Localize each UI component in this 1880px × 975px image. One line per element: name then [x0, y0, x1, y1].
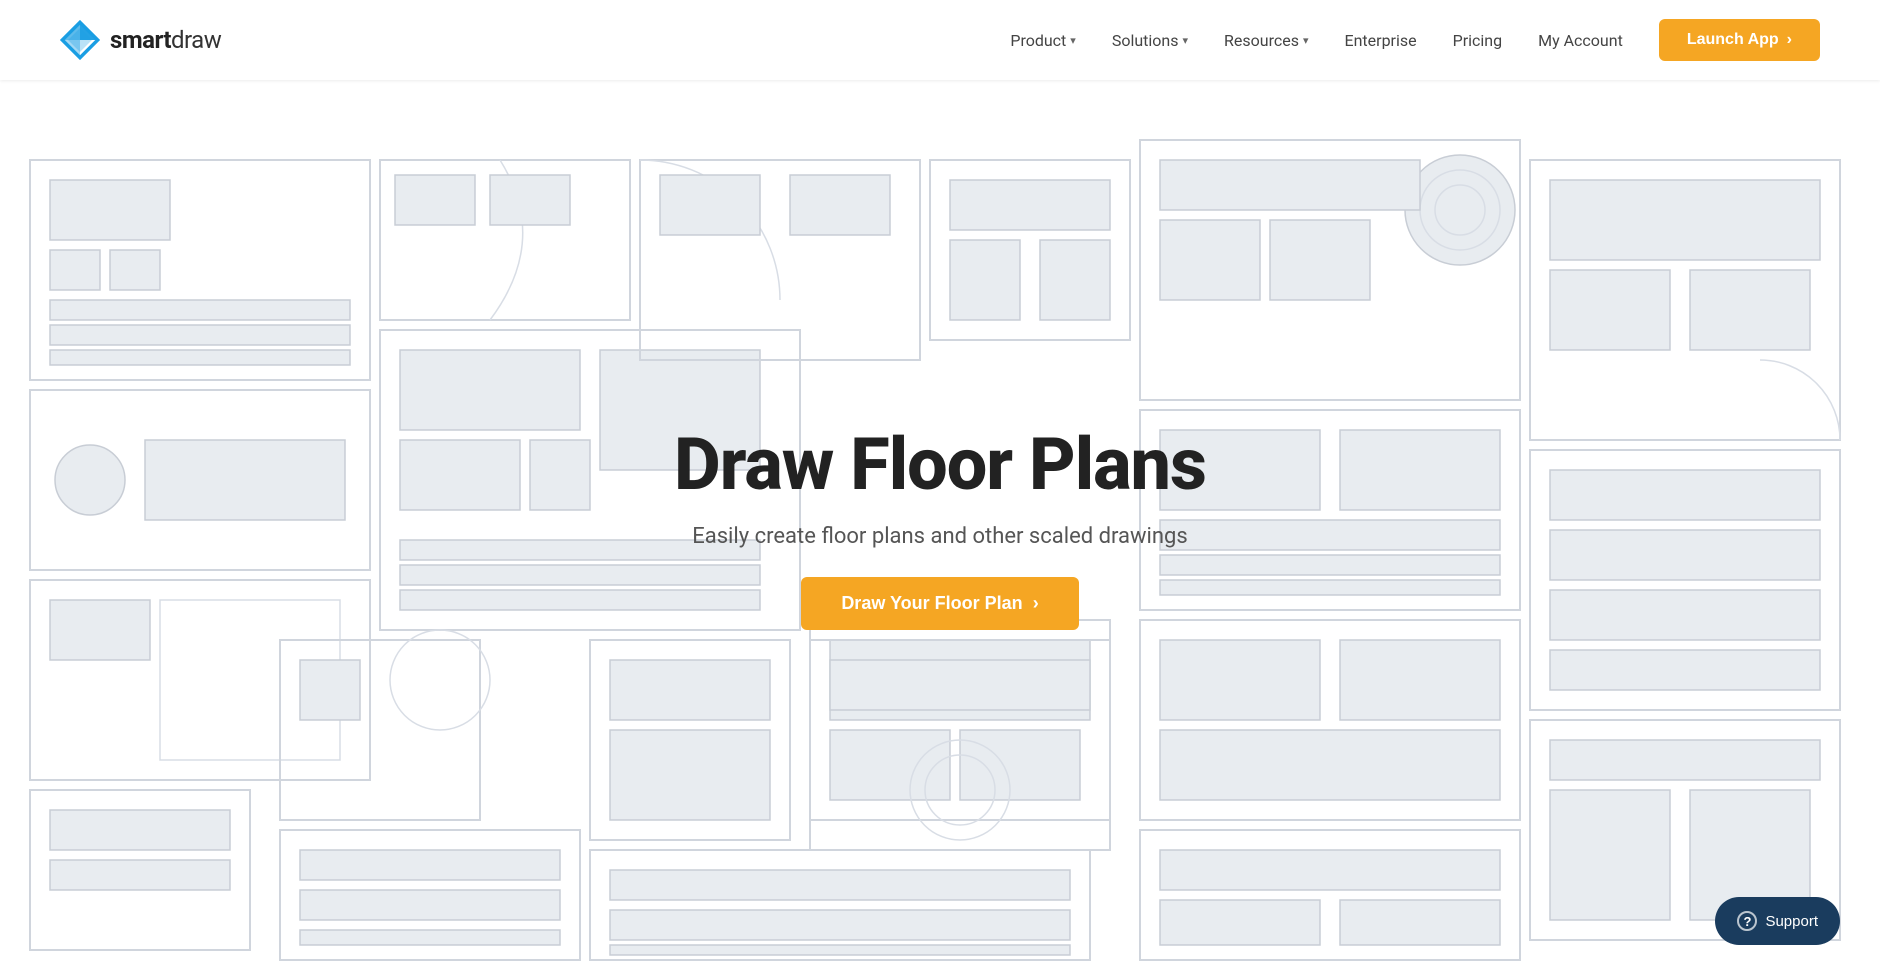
- hero-content: Draw Floor Plans Easily create floor pla…: [674, 425, 1206, 630]
- draw-floor-plan-button[interactable]: Draw Your Floor Plan ›: [801, 577, 1078, 630]
- solutions-chevron-icon: ▾: [1183, 34, 1189, 47]
- nav-my-account[interactable]: My Account: [1538, 31, 1623, 50]
- nav-solutions[interactable]: Solutions ▾: [1112, 31, 1188, 50]
- product-chevron-icon: ▾: [1070, 34, 1076, 47]
- hero-title: Draw Floor Plans: [674, 425, 1206, 504]
- cta-arrow-icon: ›: [1033, 593, 1039, 614]
- hero-section: Draw Floor Plans Easily create floor pla…: [0, 80, 1880, 975]
- nav-product[interactable]: Product ▾: [1010, 31, 1075, 50]
- resources-chevron-icon: ▾: [1303, 34, 1309, 47]
- nav-resources[interactable]: Resources ▾: [1224, 31, 1308, 50]
- launch-arrow-icon: ›: [1787, 31, 1792, 49]
- support-question-icon: ?: [1737, 911, 1757, 931]
- hero-subtitle: Easily create floor plans and other scal…: [692, 524, 1188, 549]
- main-nav: Product ▾ Solutions ▾ Resources ▾ Enterp…: [1010, 19, 1820, 61]
- support-button[interactable]: ? Support: [1715, 897, 1840, 945]
- logo-icon: [60, 20, 100, 60]
- logo[interactable]: smartdraw: [60, 20, 221, 60]
- site-header: smartdraw Product ▾ Solutions ▾ Resource…: [0, 0, 1880, 80]
- launch-app-button[interactable]: Launch App ›: [1659, 19, 1820, 61]
- nav-pricing[interactable]: Pricing: [1453, 31, 1503, 50]
- logo-text: smartdraw: [110, 26, 221, 54]
- nav-enterprise[interactable]: Enterprise: [1345, 31, 1417, 50]
